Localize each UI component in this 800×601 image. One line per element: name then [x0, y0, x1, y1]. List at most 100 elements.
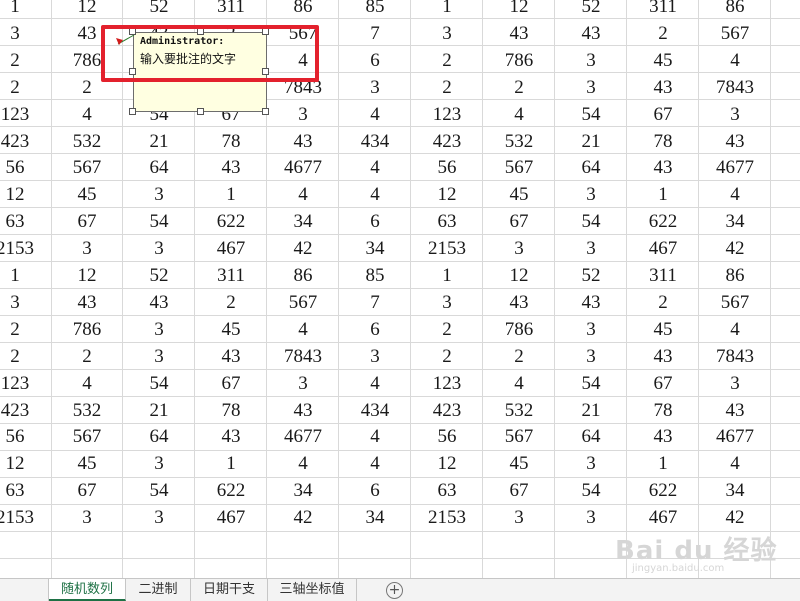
table-cell[interactable]: 2	[411, 47, 483, 74]
table-cell[interactable]: 4677	[267, 154, 339, 181]
table-cell[interactable]: 52	[555, 262, 627, 289]
table-cell[interactable]: 3	[770, 235, 800, 262]
table-cell[interactable]: 1	[195, 450, 267, 477]
resize-handle-bottom-right[interactable]	[262, 108, 269, 115]
tab-binary[interactable]: 二进制	[126, 579, 191, 601]
table-cell[interactable]: 467	[627, 235, 699, 262]
table-cell[interactable]: 3	[770, 504, 800, 531]
table-cell[interactable]: 2	[483, 343, 555, 370]
table-cell[interactable]: 467	[195, 504, 267, 531]
table-cell[interactable]: 3	[555, 47, 627, 74]
table-cell[interactable]: 6	[339, 47, 411, 74]
table-cell[interactable]: 2	[51, 343, 123, 370]
table-cell[interactable]: 622	[627, 208, 699, 235]
table-cell[interactable]	[770, 289, 800, 316]
table-cell[interactable]: 45	[195, 316, 267, 343]
table-cell[interactable]: 423	[411, 397, 483, 424]
table-cell[interactable]: 43	[627, 74, 699, 101]
table-cell[interactable]: 2	[195, 289, 267, 316]
table-cell[interactable]: 3	[123, 181, 195, 208]
table-cell[interactable]: 43	[627, 154, 699, 181]
table-cell[interactable]	[770, 74, 800, 101]
table-cell[interactable]: 34	[339, 504, 411, 531]
table-cell[interactable]: 43	[195, 423, 267, 450]
table-cell[interactable]: 21	[555, 128, 627, 155]
table-cell[interactable]: 64	[123, 154, 195, 181]
table-cell[interactable]: 63	[411, 208, 483, 235]
table-cell[interactable]: 2	[483, 74, 555, 101]
table-cell[interactable]: 3	[555, 316, 627, 343]
table-cell[interactable]: 1	[627, 450, 699, 477]
spreadsheet-grid[interactable]: 1125231186851125231186343432567734343256…	[0, 0, 800, 578]
table-cell[interactable]: 52	[123, 0, 195, 20]
table-cell[interactable]: 8	[770, 262, 800, 289]
table-cell[interactable]: 567	[483, 423, 555, 450]
table-cell[interactable]: 3	[339, 74, 411, 101]
table-cell[interactable]: 12	[0, 181, 51, 208]
table-cell[interactable]: 3	[699, 101, 771, 128]
table-cell[interactable]: 2	[0, 74, 51, 101]
table-cell[interactable]: 85	[339, 0, 411, 20]
table-cell[interactable]: 7	[339, 289, 411, 316]
tab-three-axis[interactable]: 三轴坐标值	[268, 579, 357, 601]
table-cell[interactable]: 1	[411, 0, 483, 20]
table-cell[interactable]	[770, 450, 800, 477]
table-cell[interactable]: 43	[627, 343, 699, 370]
table-cell[interactable]: 12	[51, 262, 123, 289]
table-cell[interactable]: 4	[339, 154, 411, 181]
table-cell[interactable]: 2	[0, 316, 51, 343]
table-cell[interactable]	[770, 343, 800, 370]
table-cell[interactable]: 67	[483, 208, 555, 235]
table-cell[interactable]: 532	[51, 128, 123, 155]
table-cell[interactable]: 54	[555, 370, 627, 397]
table-cell[interactable]: 2153	[411, 504, 483, 531]
table-cell[interactable]: 86	[699, 0, 771, 20]
table-cell[interactable]: 1	[627, 181, 699, 208]
table-cell[interactable]: 67	[627, 370, 699, 397]
table-cell[interactable]: 85	[339, 262, 411, 289]
table-cell[interactable]: 3	[339, 343, 411, 370]
table-cell[interactable]: 78	[195, 128, 267, 155]
table-cell[interactable]: 311	[627, 262, 699, 289]
table-cell[interactable]	[770, 154, 800, 181]
table-cell[interactable]: 54	[555, 208, 627, 235]
table-cell[interactable]: 34	[267, 477, 339, 504]
table-cell[interactable]: 21	[123, 128, 195, 155]
table-cell[interactable]: 4677	[699, 154, 771, 181]
table-cell[interactable]: 3	[555, 504, 627, 531]
table-cell[interactable]: 3	[483, 235, 555, 262]
table-cell[interactable]	[770, 477, 800, 504]
table-cell[interactable]: 78	[627, 128, 699, 155]
table-cell[interactable]: 3	[267, 370, 339, 397]
table-cell[interactable]: 12	[51, 0, 123, 20]
table-cell[interactable]: 532	[51, 397, 123, 424]
table-cell[interactable]: 67	[51, 208, 123, 235]
table-cell[interactable]: 54	[123, 370, 195, 397]
table-cell[interactable]: 4	[699, 47, 771, 74]
table-cell[interactable]: 12	[483, 0, 555, 20]
table-cell[interactable]: 467	[195, 235, 267, 262]
table-cell[interactable]: 1	[0, 0, 51, 20]
table-cell[interactable]: 45	[627, 316, 699, 343]
table-cell[interactable]: 2	[411, 74, 483, 101]
table-cell[interactable]: 56	[0, 154, 51, 181]
table-cell[interactable]: 34	[267, 208, 339, 235]
table-cell[interactable]: 86	[267, 262, 339, 289]
table-cell[interactable]: 622	[195, 208, 267, 235]
table-cell[interactable]: 4677	[267, 423, 339, 450]
table-cell[interactable]: 56	[411, 423, 483, 450]
table-cell[interactable]: 7843	[699, 343, 771, 370]
table-cell[interactable]: 567	[51, 154, 123, 181]
table-cell[interactable]: 12	[411, 450, 483, 477]
table-cell[interactable]: 4677	[699, 423, 771, 450]
table-cell[interactable]: 12	[411, 181, 483, 208]
table-cell[interactable]: 45	[483, 450, 555, 477]
table-cell[interactable]: 423	[411, 128, 483, 155]
table-cell[interactable]: 43	[195, 343, 267, 370]
table-cell[interactable]: 42	[699, 235, 771, 262]
table-cell[interactable]: 56	[411, 154, 483, 181]
table-cell[interactable]: 3	[0, 20, 51, 47]
table-cell[interactable]: 4	[339, 423, 411, 450]
table-cell[interactable]: 34	[699, 477, 771, 504]
table-cell[interactable]: 6	[339, 208, 411, 235]
